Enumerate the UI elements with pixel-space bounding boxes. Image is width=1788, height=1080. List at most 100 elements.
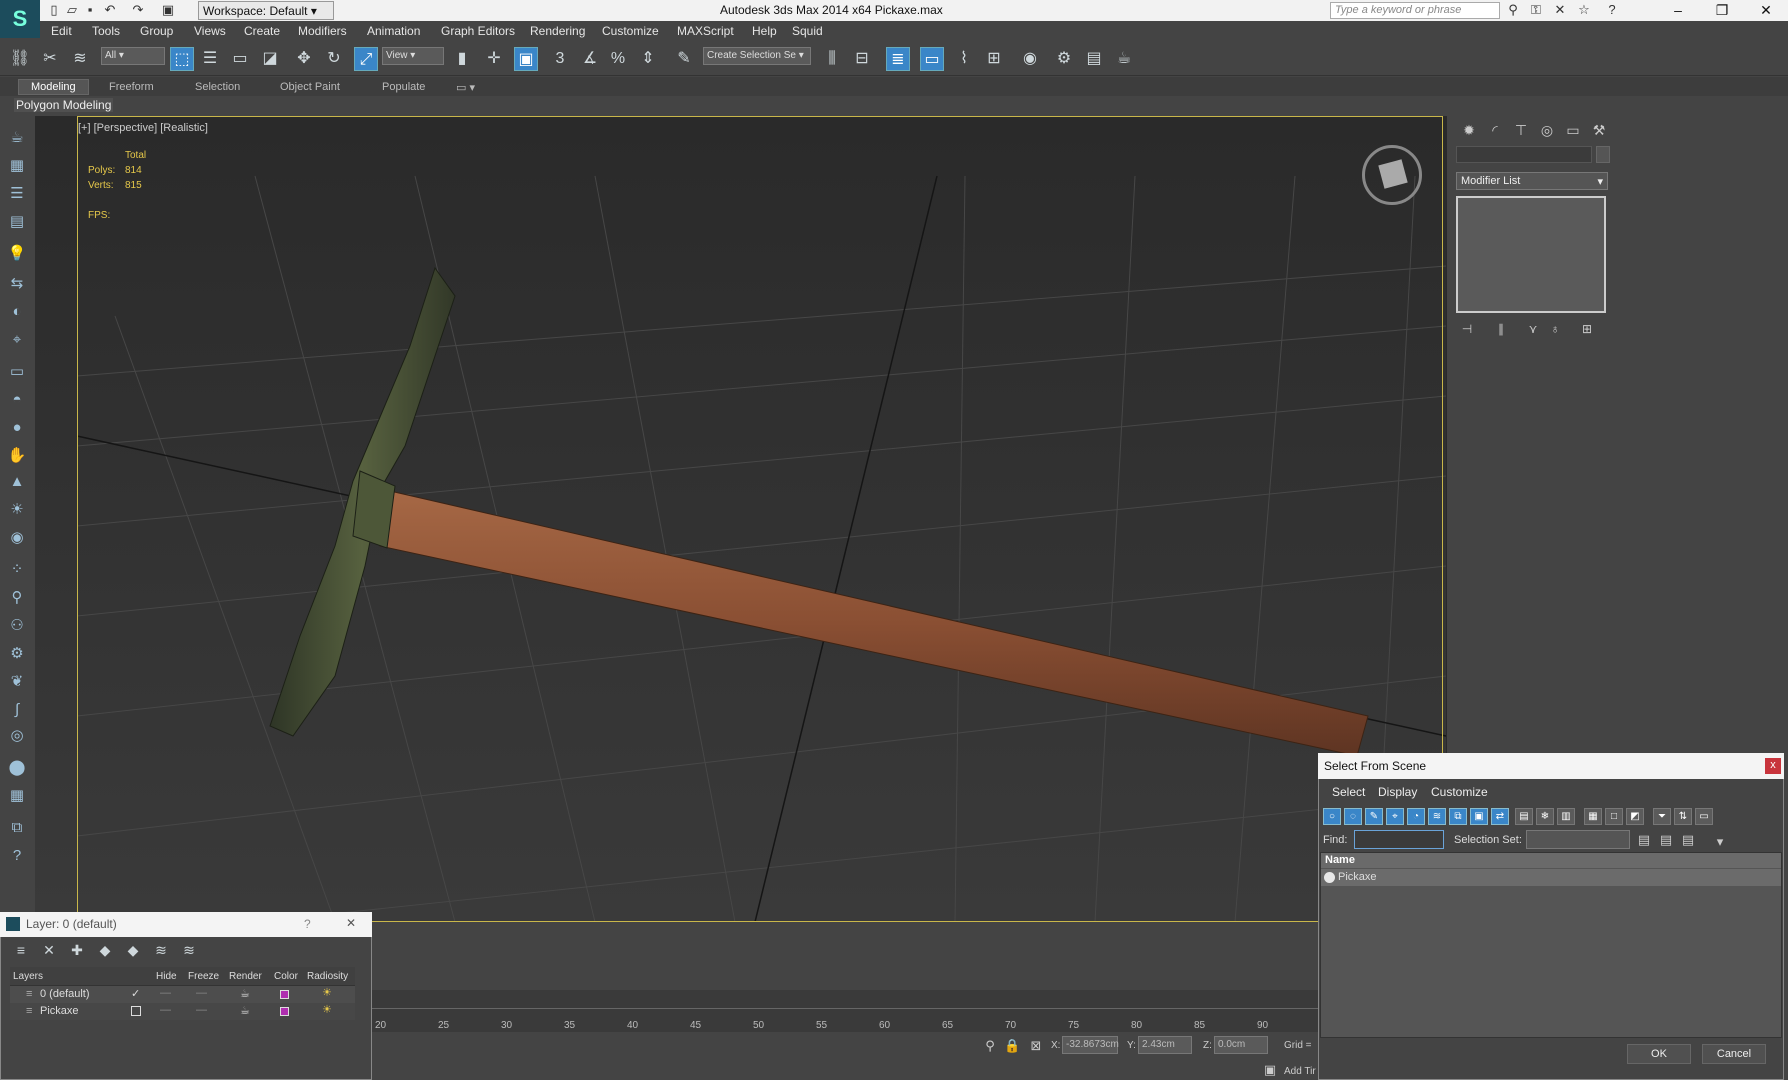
hierarchy-tab-icon[interactable]: ⊤	[1511, 120, 1531, 140]
project-folder-icon[interactable]: ▣	[160, 2, 176, 18]
viewcube[interactable]	[1362, 145, 1422, 205]
lock-selection-icon[interactable]: 🔒	[1004, 1038, 1020, 1054]
tab-freeform[interactable]: Freeform	[109, 81, 154, 93]
render-production-icon[interactable]: ☕	[1112, 47, 1136, 71]
scale-icon[interactable]: ⤢	[354, 47, 378, 71]
menu-rendering[interactable]: Rendering	[530, 24, 585, 38]
particles-icon[interactable]: ⁘	[7, 560, 27, 580]
named-selection-dropdown[interactable]: Create Selection Se ▾	[703, 47, 811, 65]
tab-populate[interactable]: Populate	[382, 81, 425, 93]
display-lights-icon[interactable]: ✎	[1365, 808, 1383, 825]
find-input[interactable]	[1354, 830, 1444, 849]
modifier-stack[interactable]	[1456, 196, 1606, 313]
mirror-icon[interactable]: ⫼	[820, 47, 844, 71]
add-time-tag[interactable]: Add Tir	[1284, 1066, 1316, 1077]
angle-snap-icon[interactable]: ∡	[578, 47, 602, 71]
isolate-selection-icon[interactable]: ⚲	[982, 1038, 998, 1054]
ribbon-options-icon[interactable]: ▭ ▾	[456, 81, 475, 94]
remove-modifier-icon[interactable]: ♁	[1546, 322, 1564, 338]
selection-filter-dropdown[interactable]: All ▾	[101, 47, 165, 65]
sun-icon[interactable]: ☀	[7, 500, 27, 520]
camera-move-icon[interactable]: ⇆	[7, 274, 27, 294]
ok-button[interactable]: OK	[1627, 1044, 1691, 1064]
close-button[interactable]: ✕	[346, 916, 356, 930]
z-coordinate-field[interactable]: 0.0cm	[1214, 1036, 1268, 1054]
column-render[interactable]: Render	[229, 971, 262, 982]
align-icon[interactable]: ⊟	[850, 47, 874, 71]
menu-create[interactable]: Create	[244, 24, 280, 38]
collapse-icon[interactable]: ▭	[1695, 808, 1713, 825]
motion-tab-icon[interactable]: ◎	[1537, 120, 1557, 140]
graphite-ribbon-icon[interactable]: ▭	[920, 47, 944, 71]
x-coordinate-field[interactable]: -32.8673cm	[1062, 1036, 1119, 1054]
rectangular-selection-icon[interactable]: ▭	[228, 47, 252, 71]
create-tab-icon[interactable]: ✹	[1459, 120, 1479, 140]
menu-display[interactable]: Display	[1378, 785, 1417, 799]
display-helpers-icon[interactable]: ◔	[1407, 808, 1425, 825]
sphere-icon[interactable]: ●	[7, 418, 27, 438]
key-icon[interactable]: ⚿	[1528, 2, 1544, 18]
display-geometry-icon[interactable]: ○	[1323, 808, 1341, 825]
viewport-label[interactable]: [+] [Perspective] [Realistic]	[78, 122, 208, 134]
hair-icon[interactable]: ∫	[7, 700, 27, 720]
layer-color-swatch[interactable]	[280, 1007, 289, 1016]
favorites-icon[interactable]: ☆	[1576, 2, 1592, 18]
light-bulb-icon[interactable]: 💡	[7, 244, 27, 264]
display-shapes-icon[interactable]: ◌	[1344, 808, 1362, 825]
column-layers[interactable]: Layers	[13, 971, 43, 982]
utilities-tab-icon[interactable]: ⚒	[1589, 120, 1609, 140]
menu-select[interactable]: Select	[1332, 785, 1365, 799]
window-crossing-icon[interactable]: ◪	[258, 47, 282, 71]
rendered-frame-icon[interactable]: ▤	[1082, 47, 1106, 71]
menu-squid[interactable]: Squid	[792, 24, 823, 38]
modifier-list-dropdown[interactable]: Modifier List ▾	[1456, 172, 1608, 190]
open-file-icon[interactable]: ▱	[64, 2, 80, 18]
menu-modifiers[interactable]: Modifiers	[298, 24, 347, 38]
tab-modeling[interactable]: Modeling	[18, 79, 89, 95]
camera-icon[interactable]: ⌖	[7, 330, 27, 350]
spinner-snap-icon[interactable]: ⇕	[636, 47, 660, 71]
menu-group[interactable]: Group	[140, 24, 173, 38]
display-frozen-icon[interactable]: ❄	[1536, 808, 1554, 825]
display-hidden-icon[interactable]: ▥	[1557, 808, 1575, 825]
selection-set-dropdown[interactable]	[1526, 830, 1630, 849]
help-icon[interactable]: ?	[7, 846, 27, 866]
menu-edit[interactable]: Edit	[51, 24, 72, 38]
gear-icon[interactable]: ⚙	[7, 644, 27, 664]
select-by-name-icon[interactable]: ☰	[198, 47, 222, 71]
help-icon[interactable]: ?	[1604, 2, 1620, 18]
absolute-mode-icon[interactable]: ⊠	[1028, 1038, 1044, 1054]
rotate-icon[interactable]: ↻	[322, 47, 346, 71]
menu-graph-editors[interactable]: Graph Editors	[441, 24, 515, 38]
display-tab-icon[interactable]: ▭	[1563, 120, 1583, 140]
snaps-toggle-icon[interactable]: 3	[548, 47, 572, 71]
time-tag-icon[interactable]: ▣	[1262, 1062, 1278, 1078]
search-input[interactable]: Type a keyword or phrase	[1330, 2, 1500, 19]
display-cameras-icon[interactable]: ⌖	[1386, 808, 1404, 825]
display-bones-icon[interactable]: ⇄	[1491, 808, 1509, 825]
tab-selection[interactable]: Selection	[195, 81, 240, 93]
current-layer-checkbox[interactable]	[131, 1006, 141, 1016]
layer-manager-icon[interactable]: ≣	[886, 47, 910, 71]
cone-icon[interactable]: ▲	[7, 472, 27, 492]
column-freeze[interactable]: Freeze	[188, 971, 219, 982]
shell-icon[interactable]: ◎	[7, 726, 27, 746]
bind-space-warp-icon[interactable]: ≋	[68, 47, 92, 71]
menu-customize[interactable]: Customize	[602, 24, 659, 38]
viewcube-face[interactable]	[1378, 159, 1408, 189]
hide-all-icon[interactable]: ≋	[152, 942, 170, 960]
render-toggle-icon[interactable]: ☕	[240, 987, 250, 1000]
unlink-icon[interactable]: ✂	[38, 47, 62, 71]
menu-help[interactable]: Help	[752, 24, 777, 38]
menu-customize[interactable]: Customize	[1431, 785, 1488, 799]
grid-icon[interactable]: ▤	[7, 212, 27, 232]
redo-icon[interactable]: ↷	[130, 2, 146, 18]
list-item[interactable]: Pickaxe	[1321, 869, 1781, 886]
list-icon[interactable]: ☰	[7, 184, 27, 204]
sort-icon[interactable]: ⇅	[1674, 808, 1692, 825]
close-button[interactable]: ✕	[1744, 0, 1788, 21]
app-logo-icon[interactable]: S	[0, 0, 40, 38]
select-object-icon[interactable]: ⬚	[170, 47, 194, 71]
plane-icon[interactable]: ▭	[7, 362, 27, 382]
column-hide[interactable]: Hide	[156, 971, 177, 982]
